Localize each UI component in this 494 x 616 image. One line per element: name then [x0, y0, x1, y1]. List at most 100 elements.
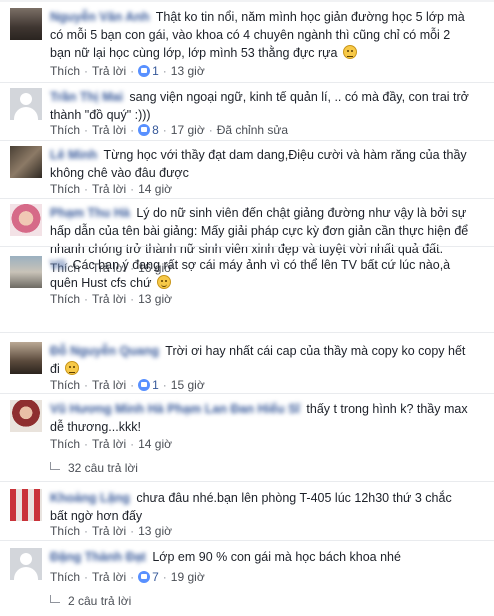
separator: · [84, 377, 89, 392]
comment-text: Đặng Thành Đạt Lớp em 90 % con gái mà họ… [50, 548, 470, 566]
like-link[interactable]: Thích [50, 122, 80, 138]
reply-arrow-icon [50, 595, 60, 603]
comment-text: Đỗ Nguyễn Quang Trời ơi hay nhất cái cap… [50, 342, 470, 378]
reply-link[interactable]: Trả lời [92, 291, 126, 307]
timestamp[interactable]: 14 giờ [138, 181, 172, 197]
like-link[interactable]: Thích [50, 569, 80, 585]
avatar[interactable] [10, 88, 42, 120]
commenter-name[interactable]: Nguyễn Văn Anh [50, 10, 150, 24]
timestamp[interactable]: 19 giờ [171, 569, 205, 585]
comment-actions: Thích · Trả lời · 1 · 15 giờ [50, 376, 205, 392]
commenter-name[interactable]: Khoảng Lặng [50, 491, 130, 505]
separator: · [84, 63, 89, 78]
reply-link[interactable]: Trả lời [92, 181, 126, 197]
reply-link[interactable]: Trả lời [92, 569, 126, 585]
comment-actions: Thích · Trả lời · 14 giờ [50, 180, 172, 196]
edited-label[interactable]: Đã chỉnh sửa [217, 122, 288, 138]
commenter-name[interactable]: Vũ [50, 258, 66, 272]
comment-body: Từng học với thầy đạt dam dang,Điệu cười… [50, 148, 467, 180]
comment-text: Lê Minh Từng học với thầy đạt dam dang,Đ… [50, 146, 470, 182]
like-link[interactable]: Thích [50, 63, 80, 79]
separator: · [130, 436, 135, 451]
comment-actions: Thích · Trả lời · 1 · 13 giờ [50, 62, 205, 78]
divider [0, 140, 494, 141]
comment-text: Nguyễn Văn Anh Thật ko tin nổi, năm mình… [50, 8, 470, 62]
timestamp[interactable]: 13 giờ [138, 523, 172, 539]
comment-actions: Thích · Trả lời · 13 giờ [50, 290, 172, 306]
reply-link[interactable]: Trả lời [92, 523, 126, 539]
like-link[interactable]: Thích [50, 181, 80, 197]
commenter-name[interactable]: Phạm Thu Hà [50, 206, 130, 220]
top-edge [0, 0, 494, 2]
avatar[interactable] [10, 8, 42, 40]
like-count[interactable]: 1 [152, 63, 159, 79]
timestamp[interactable]: 15 giờ [171, 377, 205, 393]
like-link[interactable]: Thích [50, 291, 80, 307]
like-thumb-icon[interactable] [138, 378, 151, 391]
view-replies-link[interactable]: 2 câu trả lời [50, 593, 131, 609]
timestamp[interactable]: 13 giờ [171, 63, 205, 79]
reply-link[interactable]: Trả lời [92, 122, 126, 138]
commenter-name[interactable]: Đặng Thành Đạt [50, 550, 146, 564]
commenter-name[interactable]: Vũ Hương Minh Hà Phạm Lan Đan Hiểu Sĩ [50, 402, 300, 416]
reply-link[interactable]: Trả lời [92, 377, 126, 393]
separator: · [130, 63, 135, 78]
commenter-name[interactable]: Lê Minh [50, 148, 97, 162]
avatar[interactable] [10, 342, 42, 374]
reply-link[interactable]: Trả lời [92, 63, 126, 79]
reply-arrow-icon [50, 462, 60, 470]
like-thumb-icon[interactable] [138, 570, 151, 583]
separator: · [84, 523, 89, 538]
comment-actions: Thích · Trả lời · 7 · 19 giờ [50, 568, 205, 584]
comment-actions: Thích · Trả lời · 13 giờ [50, 522, 172, 538]
replies-count[interactable]: 32 câu trả lời [68, 461, 138, 475]
comment-text: Vũ Hương Minh Hà Phạm Lan Đan Hiểu Sĩ th… [50, 400, 470, 436]
separator: · [130, 377, 135, 392]
like-count[interactable]: 7 [152, 569, 159, 585]
like-link[interactable]: Thích [50, 436, 80, 452]
comment-text: Phạm Thu Hà Lý do nữ sinh viên đến chật … [50, 204, 470, 258]
separator: · [84, 569, 89, 584]
timestamp[interactable]: 14 giờ [138, 436, 172, 452]
divider [0, 82, 494, 83]
separator: · [130, 291, 135, 306]
commenter-name[interactable]: Đỗ Nguyễn Quang [50, 344, 159, 358]
separator: · [130, 569, 135, 584]
reply-link[interactable]: Trả lời [92, 436, 126, 452]
separator: · [84, 291, 89, 306]
divider [0, 246, 494, 247]
separator: · [84, 181, 89, 196]
smile-emoji-icon [156, 275, 171, 289]
replies-count[interactable]: 2 câu trả lời [68, 594, 131, 608]
divider [0, 540, 494, 541]
commenter-name[interactable]: Trần Thị Mai [50, 90, 123, 104]
avatar[interactable] [10, 204, 42, 236]
view-replies-link[interactable]: 32 câu trả lời [50, 460, 138, 476]
comment-body: Lớp em 90 % con gái mà học bách khoa nhé [152, 550, 401, 564]
avatar[interactable] [10, 400, 42, 432]
like-count[interactable]: 8 [152, 122, 159, 138]
divider [0, 332, 494, 333]
separator: · [162, 63, 167, 78]
comment-text: Trần Thị Mai sang viện ngoại ngữ, kinh t… [50, 88, 470, 124]
separator: · [130, 122, 135, 137]
avatar[interactable] [10, 146, 42, 178]
avatar[interactable] [10, 548, 42, 580]
avatar[interactable] [10, 256, 42, 288]
neutral-face-emoji-icon [65, 361, 80, 375]
comment-body: Các bạn ý đang rất sợ cái máy ảnh vì có … [50, 258, 451, 290]
comment-thread: Nguyễn Văn Anh Thật ko tin nổi, năm mình… [0, 0, 494, 616]
like-thumb-icon[interactable] [138, 123, 151, 136]
comment-text: Vũ Các bạn ý đang rất sợ cái máy ảnh vì … [50, 256, 470, 292]
like-count[interactable]: 1 [152, 377, 159, 393]
like-link[interactable]: Thích [50, 523, 80, 539]
avatar[interactable] [10, 489, 42, 521]
separator: · [162, 122, 167, 137]
separator: · [130, 523, 135, 538]
like-link[interactable]: Thích [50, 377, 80, 393]
like-thumb-icon[interactable] [138, 64, 151, 77]
separator: · [84, 122, 89, 137]
separator: · [130, 181, 135, 196]
timestamp[interactable]: 13 giờ [138, 291, 172, 307]
timestamp[interactable]: 17 giờ [171, 122, 205, 138]
